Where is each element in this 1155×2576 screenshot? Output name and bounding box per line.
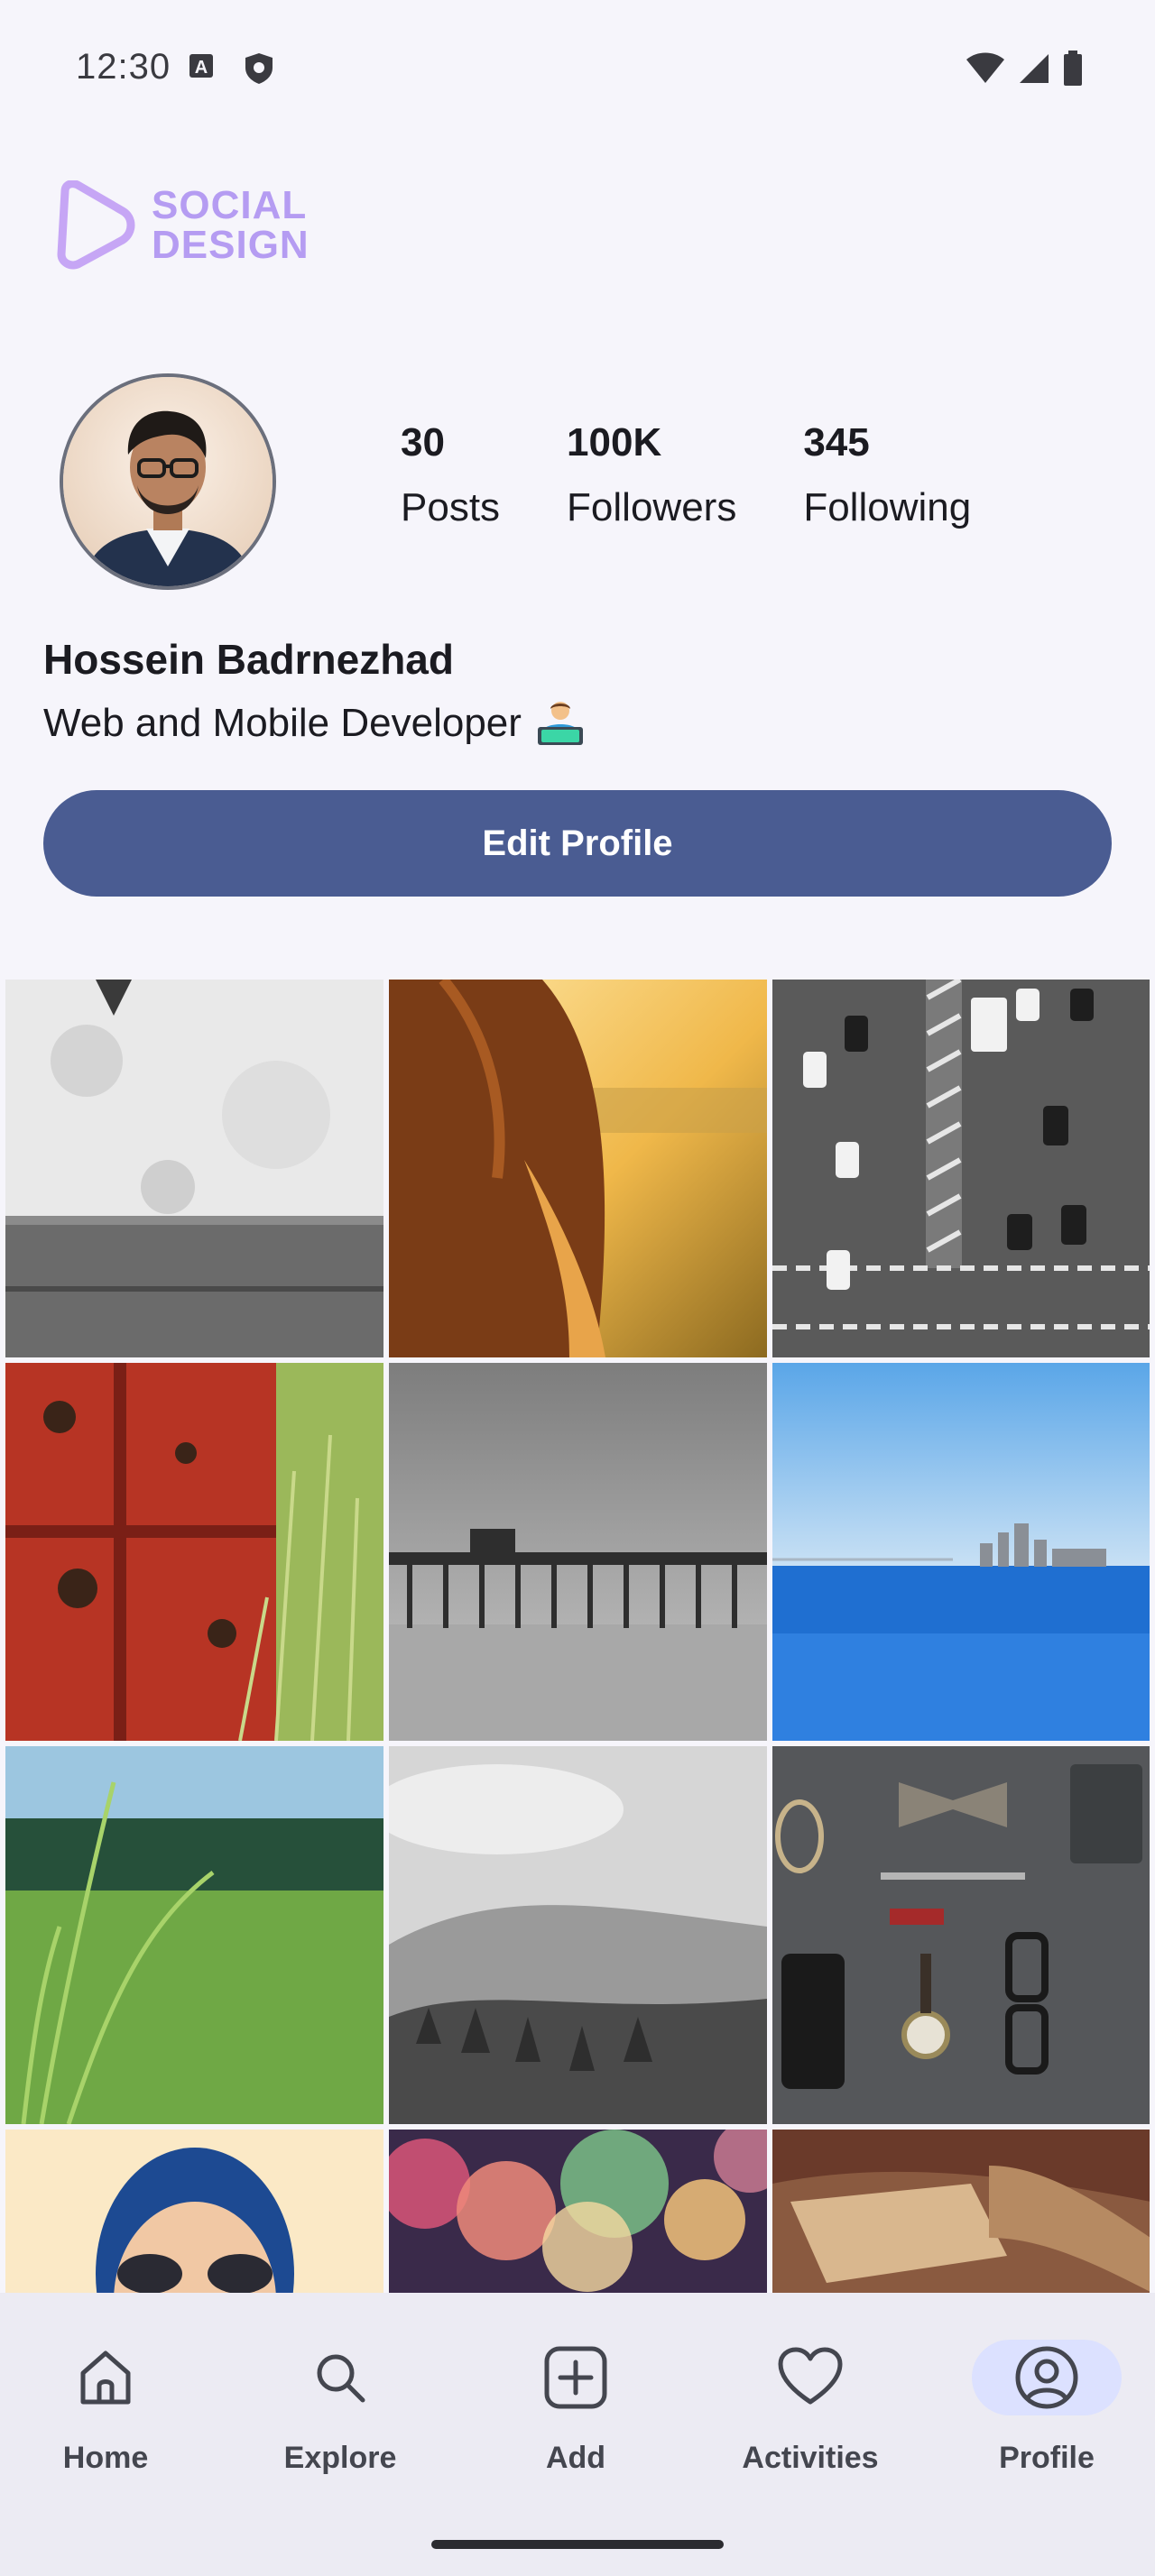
nav-add[interactable]: Add: [485, 2340, 666, 2476]
profile-icon: [1015, 2346, 1078, 2409]
keyboard-indicator-icon: A: [189, 54, 213, 78]
battery-icon: [1064, 51, 1082, 86]
shield-icon: [245, 53, 273, 84]
logo-line-1: SOCIAL: [152, 183, 308, 227]
stat-followers[interactable]: 100K Followers: [567, 420, 736, 530]
logo-mark-icon: [57, 180, 135, 270]
stat-following[interactable]: 345 Following: [803, 420, 971, 530]
app-logo: SOCIAL DESIGN: [52, 180, 310, 271]
nav-icon-container: [735, 2340, 885, 2415]
grid-photo[interactable]: [5, 1363, 383, 1741]
nav-label: Explore: [283, 2441, 397, 2475]
nav-icon-container: [31, 2340, 180, 2415]
profile-bio: Web and Mobile Developer: [43, 700, 587, 747]
grid-photo[interactable]: [772, 2130, 1150, 2293]
heart-icon: [778, 2347, 843, 2405]
photo-grid: [5, 980, 1150, 2293]
grid-photo[interactable]: [772, 1746, 1150, 2124]
grid-photo[interactable]: [389, 2130, 767, 2293]
svg-text:A: A: [195, 58, 208, 78]
nav-activities[interactable]: Activities: [720, 2340, 901, 2476]
stat-label: Posts: [401, 485, 501, 529]
wifi-icon: [966, 52, 1004, 83]
signal-icon: [1020, 54, 1049, 83]
avatar-photo: [63, 377, 273, 586]
status-bar: 12:30 A: [0, 0, 1155, 135]
logo-line-2: DESIGN: [152, 223, 310, 267]
nav-label: Activities: [742, 2441, 879, 2475]
profile-name: Hossein Badrnezhad: [43, 636, 454, 683]
grid-photo[interactable]: [389, 1363, 767, 1741]
nav-label: Add: [545, 2441, 606, 2475]
photo-hills-bw: [389, 1746, 767, 2124]
nav-icon-container: [265, 2340, 415, 2415]
stat-value: 345: [803, 420, 870, 465]
photo-pier-bw: [389, 1363, 767, 1741]
stat-label: Following: [803, 485, 972, 529]
stat-value: 100K: [567, 420, 662, 465]
home-icon: [80, 2351, 131, 2405]
status-time: 12:30: [76, 47, 171, 87]
photo-red-barrel-grass: [5, 1363, 383, 1741]
stat-value: 30: [401, 420, 445, 465]
edit-profile-button[interactable]: Edit Profile: [43, 790, 1112, 897]
photo-green-grass: [5, 1746, 383, 2124]
search-icon: [317, 2354, 365, 2403]
nav-label: Home: [62, 2441, 149, 2475]
photo-hand-closeup: [772, 2130, 1150, 2293]
stat-posts[interactable]: 30 Posts: [401, 420, 500, 530]
bottom-navigation: Home Explore Add Activities Profile: [0, 2293, 1155, 2576]
nav-profile[interactable]: Profile: [956, 2340, 1137, 2476]
nav-explore[interactable]: Explore: [250, 2340, 430, 2476]
grid-photo[interactable]: [5, 1746, 383, 2124]
photo-ocean-city: [772, 1363, 1150, 1741]
nav-label: Profile: [999, 2441, 1095, 2475]
profile-stats: 30 Posts 100K Followers 345 Following: [401, 420, 971, 530]
grid-photo[interactable]: [5, 2130, 383, 2293]
photo-highway-cars: [772, 980, 1150, 1357]
grid-photo[interactable]: [5, 980, 383, 1357]
photo-woman-sunglasses: [5, 2130, 383, 2293]
grid-photo[interactable]: [389, 980, 767, 1357]
stat-label: Followers: [567, 485, 737, 529]
profile-avatar[interactable]: [60, 373, 276, 590]
logo-text: SOCIAL DESIGN: [152, 186, 310, 265]
grid-photo[interactable]: [389, 1746, 767, 2124]
status-icons: [966, 51, 1083, 87]
technologist-emoji-icon: [537, 702, 583, 745]
nav-home[interactable]: Home: [15, 2340, 196, 2476]
photo-bokeh-lights: [389, 2130, 767, 2293]
home-indicator[interactable]: [431, 2540, 724, 2549]
grid-photo[interactable]: [772, 1363, 1150, 1741]
grid-photo[interactable]: [772, 980, 1150, 1357]
add-icon: [544, 2346, 607, 2409]
nav-icon-container: [501, 2340, 651, 2415]
bio-text: Web and Mobile Developer: [43, 701, 522, 745]
photo-sunset-hair: [389, 980, 767, 1357]
photo-flatlay-accessories: [772, 1746, 1150, 2124]
nav-icon-container: [972, 2340, 1122, 2415]
photo-white-wall: [5, 980, 383, 1357]
